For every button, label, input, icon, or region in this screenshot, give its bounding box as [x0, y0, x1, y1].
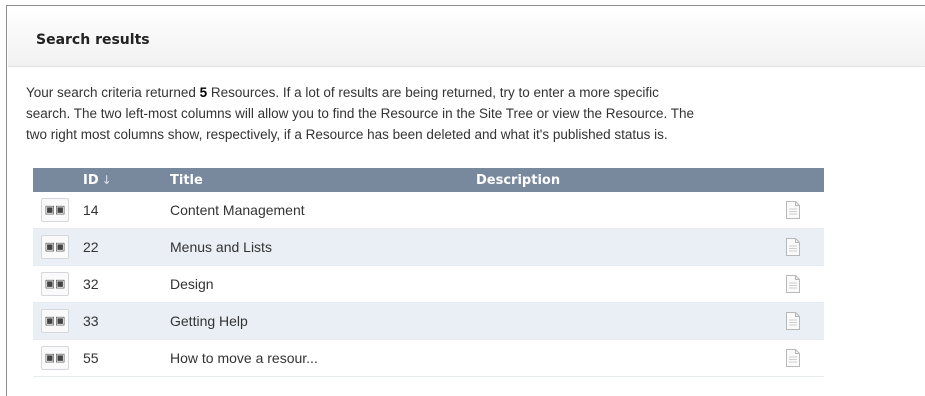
id-cell: 33	[83, 302, 170, 340]
view-cell: ▣▣	[33, 228, 83, 266]
table-row: ▣▣ 32 Design	[33, 265, 824, 303]
view-cell: ▣▣	[33, 302, 83, 340]
sort-descending-icon: ↓	[101, 172, 112, 187]
table-row: ▣▣ 55 How to move a resour...	[33, 339, 824, 377]
title-cell[interactable]: Getting Help	[170, 302, 476, 340]
binoculars-icon[interactable]: ▣▣	[41, 198, 69, 222]
published-cell	[776, 339, 824, 377]
binoculars-icon[interactable]: ▣▣	[41, 272, 69, 296]
results-table: ID ↓ Title Description ▣▣ 14 Content Mana…	[33, 168, 824, 377]
view-column-header	[33, 168, 83, 192]
table-row: ▣▣ 22 Menus and Lists	[33, 228, 824, 266]
search-description: Your search criteria returned 5 Resource…	[26, 82, 925, 145]
published-cell	[776, 265, 824, 303]
table-row: ▣▣ 14 Content Management	[33, 192, 824, 229]
document-icon[interactable]	[786, 201, 800, 220]
title-cell[interactable]: How to move a resour...	[170, 339, 476, 377]
view-cell: ▣▣	[33, 339, 83, 377]
view-cell: ▣▣	[33, 192, 83, 229]
title-cell[interactable]: Menus and Lists	[170, 228, 476, 266]
description-line-3: two right most columns show, respectivel…	[26, 127, 668, 142]
binoculars-icon[interactable]: ▣▣	[41, 309, 69, 333]
binoculars-icon[interactable]: ▣▣	[41, 346, 69, 370]
binoculars-icon[interactable]: ▣▣	[41, 235, 69, 259]
document-icon[interactable]	[786, 349, 800, 368]
published-cell	[776, 192, 824, 229]
result-count: 5	[199, 85, 208, 100]
id-header-label: ID	[83, 172, 99, 188]
description-cell	[476, 302, 776, 340]
description-cell	[476, 265, 776, 303]
id-cell: 55	[83, 339, 170, 377]
document-icon[interactable]	[786, 312, 800, 331]
description-line-2: search. The two left-most columns will a…	[26, 106, 695, 121]
id-cell: 22	[83, 228, 170, 266]
view-cell: ▣▣	[33, 265, 83, 303]
published-cell	[776, 228, 824, 266]
id-cell: 14	[83, 192, 170, 229]
table-header-row: ID ↓ Title Description	[33, 168, 824, 192]
search-results-panel: Search results Your search criteria retu…	[6, 5, 925, 396]
description-cell	[476, 339, 776, 377]
document-icon[interactable]	[786, 275, 800, 294]
id-column-header[interactable]: ID ↓	[83, 168, 170, 192]
description-column-header[interactable]: Description	[476, 168, 776, 192]
table-row: ▣▣ 33 Getting Help	[33, 302, 824, 340]
panel-header: Search results	[8, 6, 925, 67]
document-icon[interactable]	[786, 238, 800, 257]
published-column-header	[776, 168, 824, 192]
description-cell	[476, 192, 776, 229]
description-cell	[476, 228, 776, 266]
description-text-start: Your search criteria returned	[26, 85, 200, 100]
description-text-end: Resources. If a lot of results are being…	[207, 85, 659, 100]
panel-title: Search results	[36, 32, 150, 48]
published-cell	[776, 302, 824, 340]
title-cell[interactable]: Design	[170, 265, 476, 303]
title-cell[interactable]: Content Management	[170, 192, 476, 229]
title-column-header[interactable]: Title	[170, 168, 476, 192]
id-cell: 32	[83, 265, 170, 303]
